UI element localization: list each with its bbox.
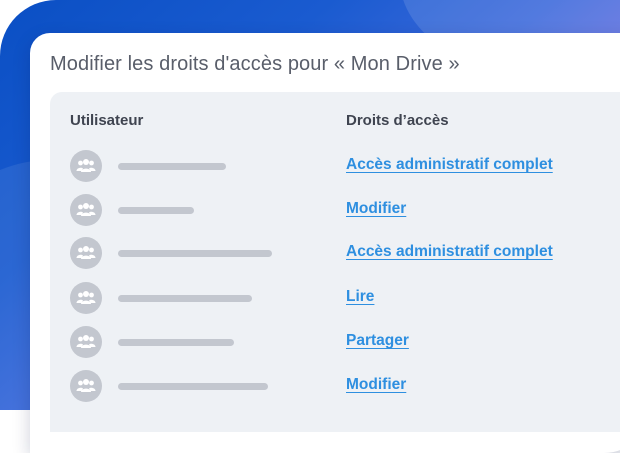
users-group-icon: [70, 326, 102, 358]
table-row: Partager: [50, 326, 620, 360]
table-row: Lire: [50, 282, 620, 316]
dialog-title: Modifier les droits d'accès pour « Mon D…: [50, 53, 460, 75]
access-rights-link[interactable]: Lire: [346, 288, 374, 306]
access-rights-link[interactable]: Accès administratif complet: [346, 243, 553, 261]
users-group-icon: [70, 282, 102, 314]
users-group-icon: [70, 370, 102, 402]
users-group-icon: [70, 194, 102, 226]
column-header-rights: Droits d’accès: [346, 112, 449, 129]
table-row: Accès administratif complet: [50, 150, 620, 184]
user-name-placeholder: [118, 383, 268, 390]
permissions-table: Utilisateur Droits d’accès Accès adminis…: [50, 92, 620, 432]
access-rights-link[interactable]: Modifier: [346, 200, 406, 218]
column-header-user: Utilisateur: [70, 112, 144, 129]
table-row: Modifier: [50, 194, 620, 228]
users-group-icon: [70, 237, 102, 269]
user-name-placeholder: [118, 250, 272, 257]
table-row: Modifier: [50, 370, 620, 404]
users-group-icon: [70, 150, 102, 182]
permissions-dialog: Modifier les droits d'accès pour « Mon D…: [30, 33, 620, 453]
access-rights-link[interactable]: Modifier: [346, 376, 406, 394]
user-name-placeholder: [118, 163, 226, 170]
user-name-placeholder: [118, 295, 252, 302]
user-name-placeholder: [118, 207, 194, 214]
user-name-placeholder: [118, 339, 234, 346]
access-rights-link[interactable]: Partager: [346, 332, 409, 350]
table-row: Accès administratif complet: [50, 237, 620, 271]
access-rights-link[interactable]: Accès administratif complet: [346, 156, 553, 174]
